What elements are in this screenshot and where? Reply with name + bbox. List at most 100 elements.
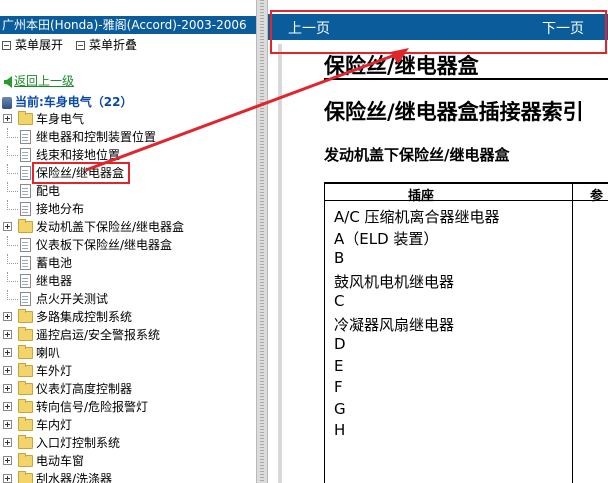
back-arrow-icon <box>4 75 12 88</box>
location-icon <box>2 96 12 109</box>
tree-item-label: 点火开关测试 <box>36 292 109 306</box>
heading-rule <box>324 78 608 80</box>
table-cell: A（ELD 装置） <box>334 229 439 248</box>
collapse-menu-button[interactable]: 菜单折叠 <box>76 36 137 54</box>
folder-icon <box>18 345 33 359</box>
folder-icon <box>18 381 33 395</box>
document-icon <box>20 238 31 252</box>
expand-toggle-icon[interactable] <box>3 114 12 123</box>
folder-icon <box>18 111 33 125</box>
document-icon <box>20 166 31 180</box>
document-icon <box>20 130 31 144</box>
current-label: 当前:车身电气（22） <box>15 95 133 109</box>
folder-icon <box>18 219 33 233</box>
collapse-label: 菜单折叠 <box>89 38 138 52</box>
pane-splitter[interactable] <box>256 0 268 483</box>
column-header-ref: 参 <box>590 189 604 204</box>
tree-line <box>7 182 18 192</box>
tree-item-label: 车身电气 <box>36 112 85 126</box>
document-heading: 保险丝/继电器盒 <box>324 54 479 78</box>
tree-item-label: 多路集成控制系统 <box>36 310 133 324</box>
tree-item-label: 入口灯控制系统 <box>36 436 121 450</box>
tree-item-label: 遥控启运/安全警报系统 <box>36 328 161 342</box>
table-cell: A/C 压缩机离合器继电器 <box>334 208 500 226</box>
collapse-icon <box>76 41 85 50</box>
expand-toggle-icon[interactable] <box>3 402 12 411</box>
tree-line <box>7 272 18 282</box>
table-cell: 鼓风机电机继电器 <box>334 272 455 291</box>
tree-item-label: 继电器和控制装置位置 <box>36 130 157 144</box>
table-cell: B <box>334 249 345 267</box>
tree-item-label: 转向信号/危险报警灯 <box>36 400 149 414</box>
tree-item-label: 仪表灯高度控制器 <box>36 382 133 396</box>
tree-item-label: 蓄电池 <box>36 256 73 270</box>
highlight-box <box>32 162 130 184</box>
table-cell: D <box>334 335 346 353</box>
tree-line <box>7 254 18 264</box>
expand-toggle-icon[interactable] <box>3 366 12 375</box>
tree-item-label: 车内灯 <box>36 418 73 432</box>
table-cell: 冷凝器风扇继电器 <box>334 315 455 334</box>
expand-toggle-icon[interactable] <box>3 420 12 429</box>
tree-line <box>7 200 18 210</box>
splitter-grip <box>260 0 264 483</box>
back-label[interactable]: 返回上一级 <box>14 74 74 88</box>
folder-icon <box>18 309 33 323</box>
document-icon <box>20 184 31 198</box>
table-column-divider <box>572 182 573 483</box>
tree-item-label: 发动机盖下保险丝/继电器盒 <box>36 220 185 234</box>
expand-toggle-icon[interactable] <box>3 312 12 321</box>
tree-panel: 广州本田(Honda)-雅阁(Accord)-2003-2006 菜单展开 菜单… <box>0 0 256 483</box>
folder-icon <box>18 327 33 341</box>
table-cell: E <box>334 356 344 375</box>
table-cell: C <box>334 292 345 310</box>
expand-toggle-icon[interactable] <box>3 330 12 339</box>
expand-toggle-icon[interactable] <box>3 384 12 393</box>
content-panel: 上一页 下一页 保险丝/继电器盒 保险丝/继电器盒插接器索引 发动机盖下保险丝/… <box>268 0 608 483</box>
tree-line <box>7 290 18 300</box>
expand-toggle-icon[interactable] <box>3 456 12 465</box>
folder-icon <box>18 471 33 483</box>
panel-title: 广州本田(Honda)-雅阁(Accord)-2003-2006 <box>0 16 256 34</box>
folder-icon <box>18 363 33 377</box>
current-location: 当前:车身电气（22） <box>2 93 133 110</box>
table-cell: F <box>334 378 343 396</box>
document-icon <box>20 202 31 216</box>
folder-icon <box>18 453 33 467</box>
column-header-socket: 插座 <box>408 189 435 204</box>
document-icon <box>20 256 31 270</box>
expand-menu-button[interactable]: 菜单展开 <box>2 36 63 54</box>
tree-item-label: 喇叭 <box>36 346 61 360</box>
document-icon <box>20 274 31 288</box>
expand-toggle-icon[interactable] <box>3 438 12 447</box>
tree-line <box>7 146 18 156</box>
tree-item-label: 电动车窗 <box>36 454 85 468</box>
tree-line <box>7 128 18 138</box>
nav-highlight-box <box>270 10 607 54</box>
section-heading: 发动机盖下保险丝/继电器盒 <box>324 146 510 164</box>
tree-line <box>7 236 18 246</box>
expand-toggle-icon[interactable] <box>3 348 12 357</box>
tree-item-label: 刮水器/洗涤器 <box>36 472 113 483</box>
document-icon <box>20 292 31 306</box>
expand-icon <box>2 41 11 50</box>
document-subheading: 保险丝/继电器盒插接器索引 <box>324 100 584 124</box>
expand-label: 菜单展开 <box>15 38 64 52</box>
tree-item-label: 车外灯 <box>36 364 73 378</box>
back-link[interactable]: 返回上一级 <box>4 72 74 89</box>
folder-icon <box>18 399 33 413</box>
expand-toggle-icon[interactable] <box>3 222 12 231</box>
tree-item-label: 继电器 <box>36 274 73 288</box>
tree-item-label: 配电 <box>36 184 61 198</box>
document-icon <box>20 148 31 162</box>
table-left-border <box>324 182 325 483</box>
expand-toggle-icon[interactable] <box>3 474 12 483</box>
table-cell: G <box>334 399 346 418</box>
tree-item-label: 仪表板下保险丝/继电器盒 <box>36 238 173 252</box>
table-cell: H <box>334 421 346 439</box>
table-top-rule <box>324 182 608 184</box>
tree-item-label: 接地分布 <box>36 202 85 216</box>
tree-line <box>7 164 18 174</box>
table-header-rule <box>324 200 608 201</box>
folder-icon <box>18 417 33 431</box>
